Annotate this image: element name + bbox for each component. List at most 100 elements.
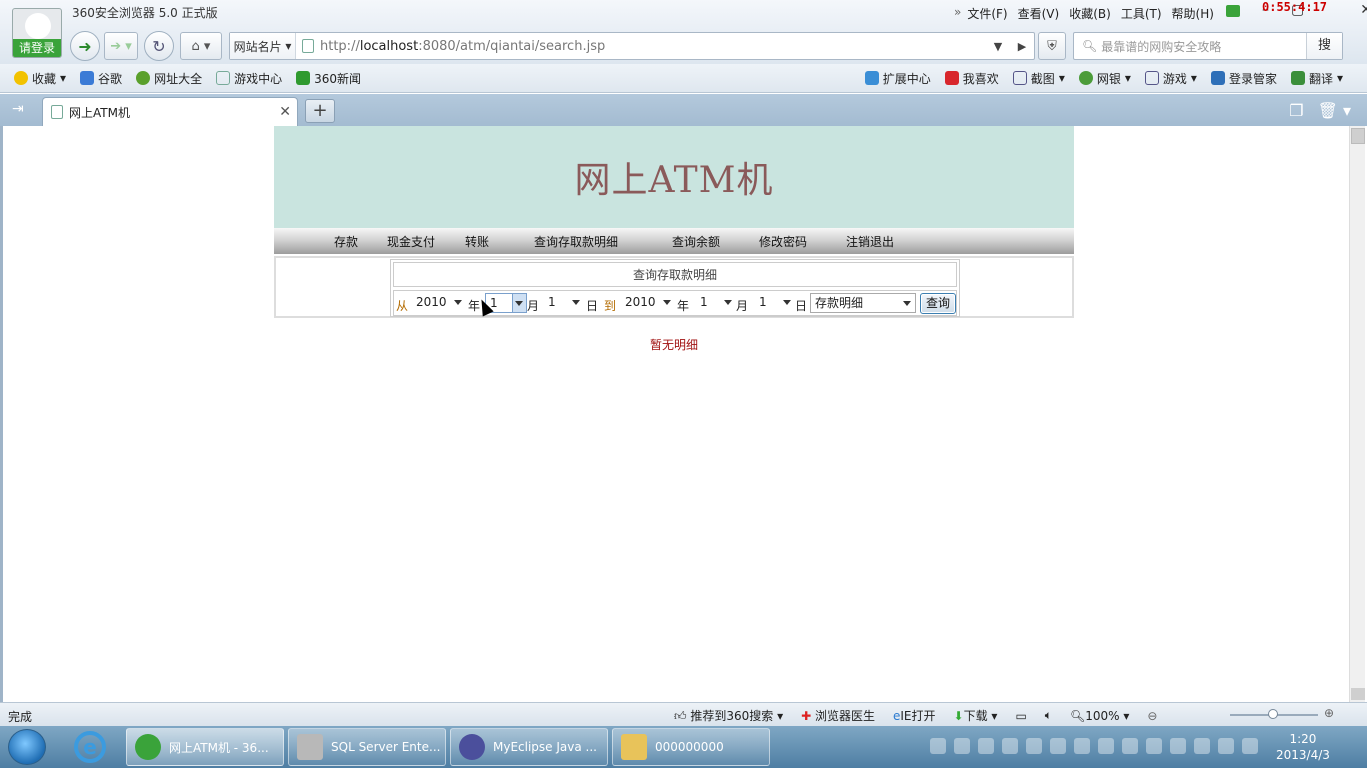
extension-center[interactable]: 扩展中心 [864, 70, 931, 87]
trash-icon[interactable]: 🗑︎ ▾ [1318, 101, 1351, 120]
menu-file[interactable]: 文件(F) [967, 5, 1007, 22]
page-title: 网上ATM机 [574, 160, 774, 201]
tray-app-icon[interactable] [1026, 738, 1042, 754]
nav-query-details[interactable]: 查询存取款明细 [534, 233, 618, 250]
to-month-select[interactable]: 1 [696, 293, 736, 313]
taskbar-item-browser[interactable]: 网上ATM机 - 36... [126, 728, 284, 766]
to-year-select[interactable]: 2010 [621, 293, 675, 313]
url-dropdown-icon[interactable]: ▼ [986, 40, 1010, 53]
internet-explorer-icon[interactable]: e [74, 731, 106, 763]
bookmark-game-center[interactable]: 游戏中心 [216, 70, 282, 87]
query-button[interactable]: 查询 [920, 293, 956, 314]
refresh-button[interactable]: ↻ [144, 31, 174, 61]
bookmark-label: 网址大全 [154, 71, 203, 86]
bookmark-url-directory[interactable]: 网址大全 [136, 70, 202, 87]
login-manager[interactable]: 登录管家 [1210, 70, 1277, 87]
tray-app-icon[interactable] [1170, 738, 1186, 754]
taskbar-item-folder[interactable]: 000000000 [612, 728, 770, 766]
open-in-ie[interactable]: eIE打开 [893, 707, 936, 724]
search-box[interactable]: 🔍︎ 最靠谱的网购安全攻略 搜 [1073, 32, 1343, 60]
tray-app-icon[interactable] [1194, 738, 1210, 754]
network-icon[interactable] [1146, 738, 1162, 754]
menu-view[interactable]: 查看(V) [1018, 5, 1060, 22]
home-button[interactable]: ⌂ ▾ [180, 32, 222, 60]
translate[interactable]: 翻译 ▾ [1290, 70, 1343, 87]
tab-atm[interactable]: 网上ATM机 ✕ [42, 97, 298, 126]
zoom-in-icon[interactable]: ⊕ [1324, 706, 1334, 720]
tray-app-icon[interactable] [1098, 738, 1114, 754]
dropdown-arrow-icon[interactable] [512, 294, 526, 312]
home-icon: ⌂ ▾ [191, 38, 211, 54]
tray-app-icon[interactable] [1218, 738, 1234, 754]
taskbar-item-myeclipse[interactable]: MyEclipse Java ... [450, 728, 608, 766]
month-label: 月 [736, 299, 749, 313]
online-banking[interactable]: 网银 ▾ [1078, 70, 1131, 87]
close-window-icon[interactable]: ✕ [1360, 2, 1367, 18]
nav-deposit[interactable]: 存款 [334, 233, 358, 250]
nav-query-balance[interactable]: 查询余额 [672, 233, 720, 250]
bookmark-favorites[interactable]: 收藏 ▾ [14, 70, 66, 87]
back-button[interactable]: ➜ [70, 31, 100, 61]
address-bar[interactable]: 网站名片 ▾ http://localhost:8080/atm/qiantai… [229, 32, 1035, 60]
security-shield-button[interactable]: ⛨ [1038, 32, 1066, 60]
new-tab-button[interactable]: + [305, 99, 335, 123]
tray-app-icon[interactable] [1002, 738, 1018, 754]
empty-message: 暂无明细 [649, 338, 698, 352]
day-label: 日 [795, 299, 808, 313]
tray-app-icon[interactable] [1050, 738, 1066, 754]
nav-change-password[interactable]: 修改密码 [759, 233, 807, 250]
taskbar-item-sqlserver[interactable]: SQL Server Ente... [288, 728, 446, 766]
bookmark-google[interactable]: 谷歌 [80, 70, 122, 87]
keyboard-icon[interactable] [930, 738, 946, 754]
volume-tray-icon[interactable] [1242, 738, 1258, 754]
tray-app-icon[interactable] [1074, 738, 1090, 754]
screenshot-tool[interactable]: 截图 ▾ [1012, 70, 1065, 87]
site-card-button[interactable]: 网站名片 ▾ [230, 33, 296, 59]
scroll-down-arrow[interactable] [1351, 688, 1365, 700]
tray-app-icon[interactable] [978, 738, 994, 754]
sidebar-toggle-icon[interactable]: ⇥ [12, 101, 24, 117]
url-prefix: http:// [320, 38, 360, 54]
go-icon[interactable]: ▶ [1010, 40, 1034, 53]
menu-favorites[interactable]: 收藏(B) [1069, 5, 1111, 22]
nav-cash-payment[interactable]: 现金支付 [387, 233, 435, 250]
url-text[interactable]: http://localhost:8080/atm/qiantai/search… [320, 39, 986, 54]
scrollbar-thumb[interactable] [1351, 128, 1365, 144]
system-clock[interactable]: 1:20 2013/4/3 [1276, 731, 1330, 763]
browser-doctor[interactable]: ✚ 浏览器医生 [801, 707, 875, 724]
to-day-select[interactable]: 1 [755, 293, 795, 313]
window-mode-icon[interactable]: ▭ [1015, 709, 1026, 723]
skin-icon[interactable] [1226, 5, 1240, 17]
menu-help[interactable]: 帮助(H) [1172, 5, 1214, 22]
zoom-out-icon[interactable]: ⊖ [1147, 709, 1157, 723]
search-input[interactable]: 最靠谱的网购安全攻略 [1097, 38, 1306, 55]
recommend-360-search[interactable]: 👍︎ 推荐到360搜索 ▾ [674, 707, 783, 724]
vertical-scrollbar[interactable] [1349, 126, 1365, 702]
menu-tools[interactable]: 工具(T) [1121, 5, 1162, 22]
taskbar-label: MyEclipse Java ... [493, 740, 597, 754]
forward-button[interactable]: ➔ ▾ [104, 32, 138, 60]
my-likes[interactable]: 我喜欢 [944, 70, 999, 87]
search-button[interactable]: 搜 [1306, 33, 1342, 59]
bank-icon [1078, 71, 1093, 85]
restore-tabs-icon[interactable]: ❐ [1289, 101, 1303, 120]
nav-logout[interactable]: 注销退出 [846, 233, 894, 250]
tray-app-icon[interactable] [954, 738, 970, 754]
close-tab-icon[interactable]: ✕ [279, 104, 291, 120]
volume-icon[interactable]: 🔈︎ [1045, 708, 1052, 723]
zoom-control[interactable]: 🔍︎100% ▾ [1070, 709, 1129, 723]
nav-transfer[interactable]: 转账 [465, 233, 489, 250]
downloads[interactable]: ⬇下载 ▾ [954, 707, 998, 724]
games-menu[interactable]: 游戏 ▾ [1144, 70, 1197, 87]
bookmark-label: 翻译 [1308, 71, 1333, 86]
from-day-select[interactable]: 1 [544, 293, 584, 313]
from-year-select[interactable]: 2010 [412, 293, 466, 313]
detail-type-select[interactable]: 存款明细 [810, 293, 916, 313]
start-button[interactable] [8, 729, 46, 765]
bookmark-label: 扩展中心 [882, 71, 931, 86]
tray-app-icon[interactable] [1122, 738, 1138, 754]
bookmark-360-news[interactable]: 360新闻 [296, 70, 361, 87]
zoom-slider[interactable] [1230, 709, 1318, 719]
zoom-slider-knob[interactable] [1268, 709, 1278, 719]
menu-expand-icon[interactable]: » [954, 5, 961, 22]
